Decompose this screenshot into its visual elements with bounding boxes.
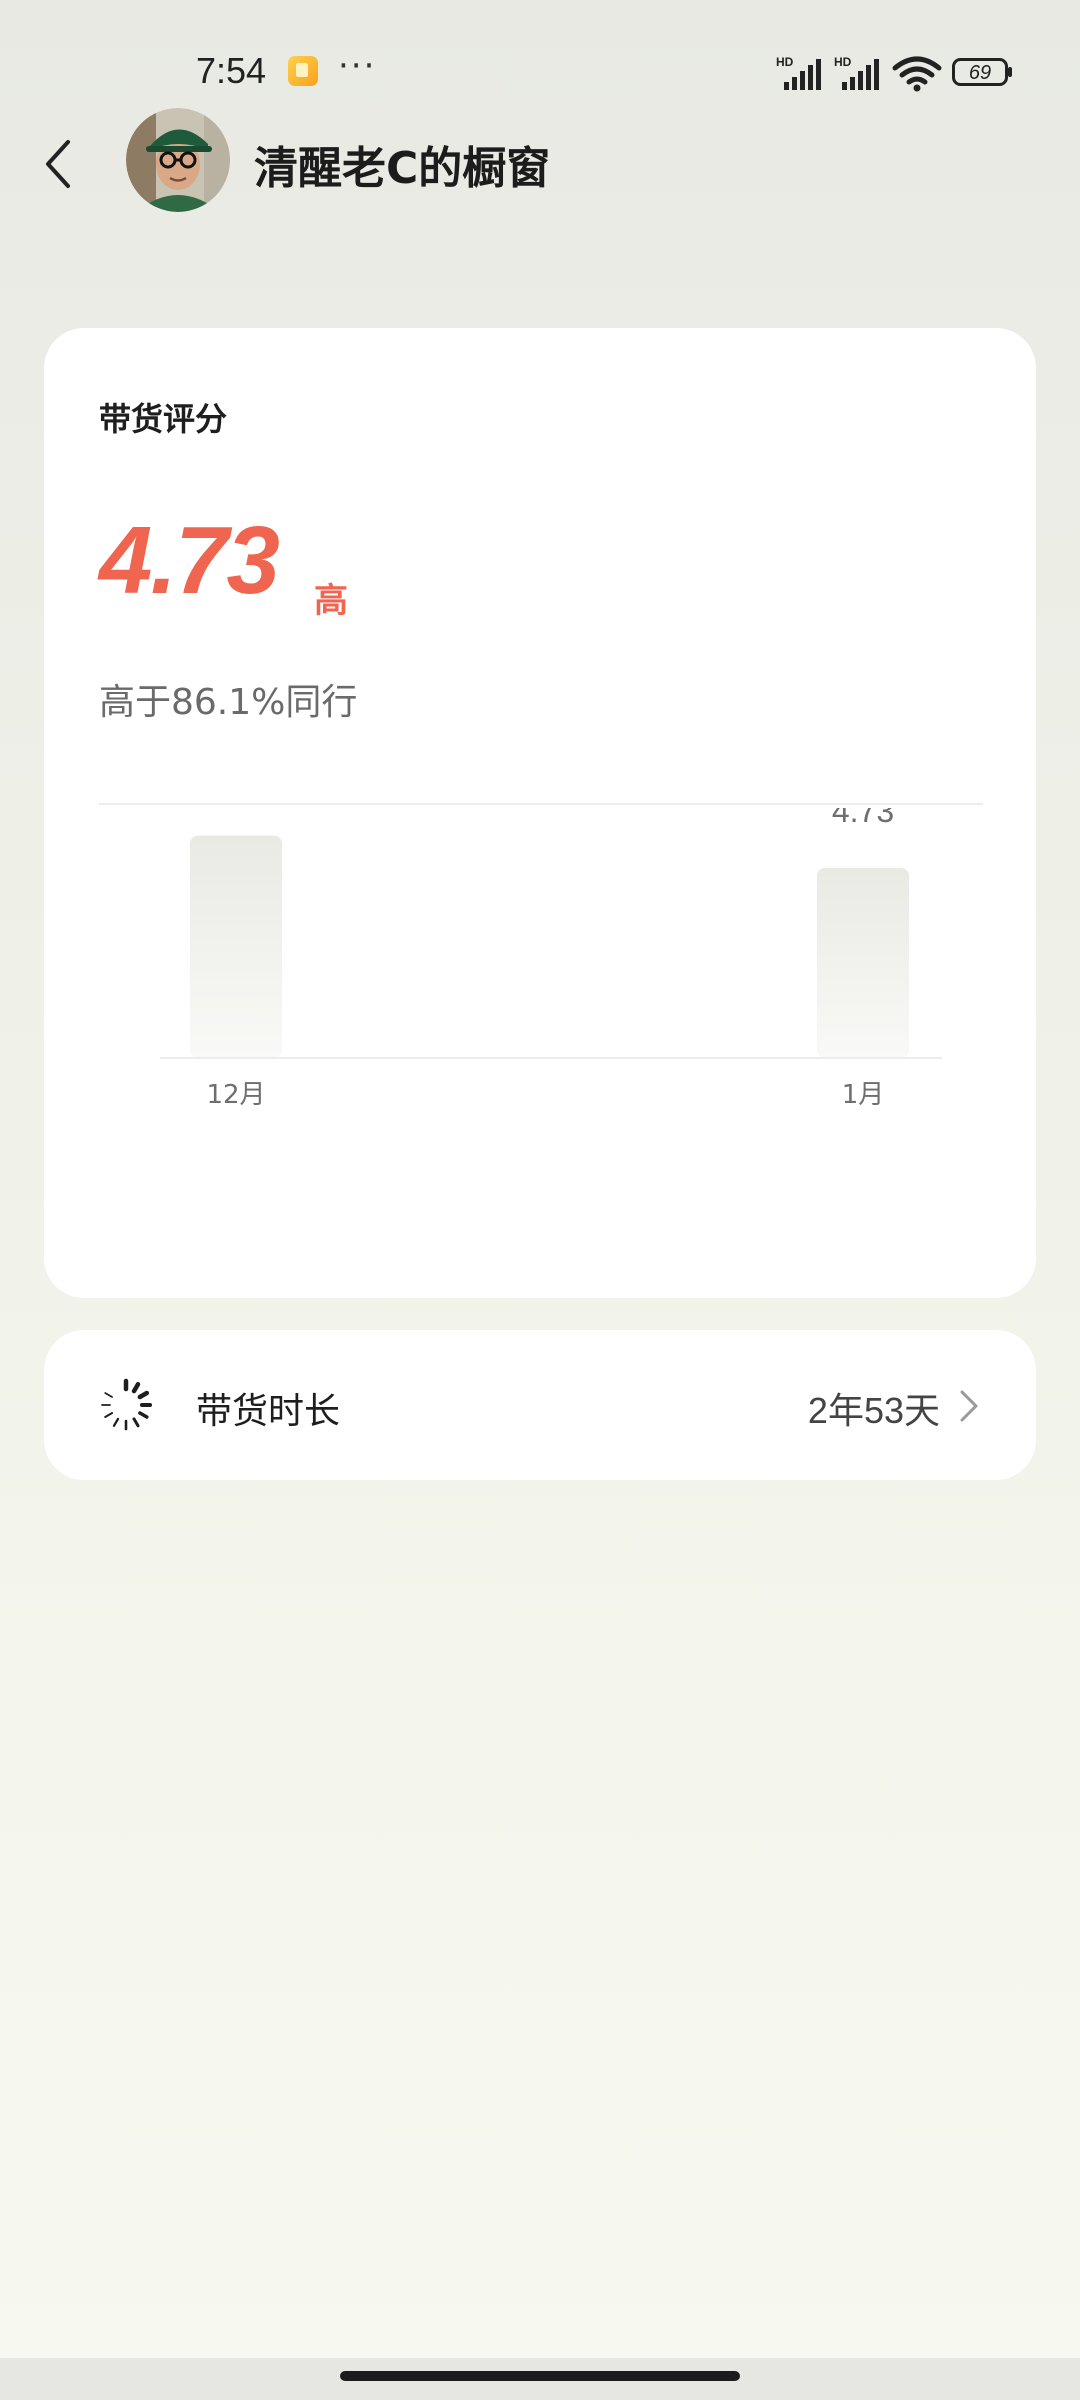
wifi-icon [892, 56, 942, 92]
loading-spinner-icon [101, 1378, 152, 1431]
chart-bar [190, 835, 282, 1058]
back-arrow-icon[interactable] [40, 136, 80, 192]
score-value: 4.73 [99, 507, 280, 614]
peer-percentile: 高于86.1%同行 [99, 682, 358, 723]
selling-duration-row[interactable]: 带货时长 2年53天 [44, 1330, 1036, 1480]
chart-category-label: 1月 [842, 1080, 885, 1110]
home-indicator[interactable] [340, 2371, 740, 2381]
chevron-right-icon [960, 1390, 978, 1422]
cellular-signal-icon: HD [834, 55, 879, 90]
chart-category-label: 12月 [206, 1080, 265, 1110]
score-history-chart-svg: 4.8512月4.731月 [160, 808, 942, 1110]
hd-label: HD [776, 55, 794, 69]
chart-bar [817, 867, 909, 1058]
score-card: 带货评分 4.73 高 高于86.1%同行 4.8512月4.731月 [44, 328, 1036, 1298]
page-title: 清醒老C的橱窗 [254, 143, 551, 194]
selling-duration-value: 2年53天 [807, 1390, 940, 1431]
score-level-badge: 高 [314, 581, 348, 621]
score-card-title: 带货评分 [99, 400, 228, 438]
avatar[interactable] [126, 108, 230, 212]
status-time: 7:54 [196, 50, 267, 91]
divider [99, 803, 983, 805]
selling-duration-label: 带货时长 [196, 1391, 341, 1432]
hd-label: HD [834, 55, 852, 69]
cellular-signal-icon: HD [776, 55, 821, 90]
battery-icon: 69 [952, 58, 1012, 86]
battery-level: 69 [969, 62, 991, 84]
notes-app-icon [288, 56, 318, 86]
chart-data-label: 4.73 [832, 808, 894, 829]
gesture-navigation-bar [0, 2358, 1080, 2400]
more-notifications-icon: ··· [338, 46, 377, 86]
score-history-chart: 4.8512月4.731月 [44, 808, 1036, 1298]
